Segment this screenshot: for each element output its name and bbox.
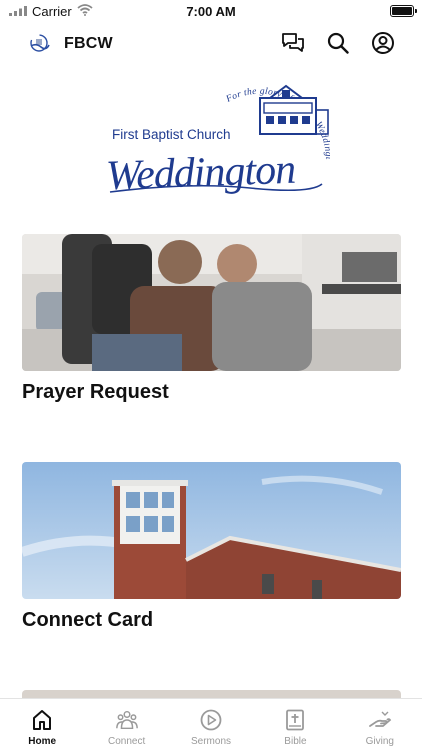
- bible-icon: [283, 708, 307, 732]
- card-title[interactable]: Connect Card: [22, 609, 401, 632]
- tab-label: Home: [28, 736, 57, 747]
- logo-church-name: First Baptist Church: [112, 127, 231, 142]
- account-icon[interactable]: [370, 30, 396, 56]
- battery-icon: [390, 5, 417, 17]
- logo-script-text: Weddington: [105, 147, 296, 200]
- next-card[interactable]: [22, 690, 401, 698]
- app-header: FBCW: [0, 26, 422, 62]
- card-title[interactable]: Prayer Request: [22, 381, 401, 404]
- tab-sermons[interactable]: Sermons: [169, 699, 253, 750]
- status-time: 7:00 AM: [186, 4, 236, 19]
- tab-connect[interactable]: Connect: [84, 699, 168, 750]
- home-feed[interactable]: For the glory of God in Weddington and t…: [0, 62, 422, 698]
- status-bar: Carrier 7:00 AM: [0, 0, 422, 22]
- home-icon: [30, 708, 54, 732]
- tab-home[interactable]: Home: [0, 699, 84, 750]
- play-circle-icon: [199, 708, 223, 732]
- tab-giving[interactable]: Giving: [338, 699, 422, 750]
- tab-label: Bible: [284, 736, 307, 747]
- people-icon: [115, 708, 139, 732]
- connect-card-card[interactable]: Connect Card: [22, 462, 401, 632]
- chat-icon[interactable]: [280, 30, 306, 56]
- prayer-request-card[interactable]: Prayer Request: [22, 234, 401, 404]
- church-building-photo[interactable]: [22, 462, 401, 599]
- tab-bar: Home Connect Sermons Bible Giving: [0, 698, 422, 750]
- app-title: FBCW: [64, 35, 113, 52]
- tab-label: Sermons: [191, 736, 232, 747]
- giving-hand-icon: [368, 708, 392, 732]
- church-logo: For the glory of God in Weddington and t…: [97, 62, 333, 216]
- tab-label: Giving: [365, 736, 394, 747]
- people-praying-photo[interactable]: [22, 234, 401, 371]
- church-logo-icon[interactable]: [28, 33, 50, 53]
- tab-label: Connect: [107, 736, 146, 747]
- tab-bible[interactable]: Bible: [253, 699, 337, 750]
- search-icon[interactable]: [325, 30, 351, 56]
- next-card-photo[interactable]: [22, 690, 401, 698]
